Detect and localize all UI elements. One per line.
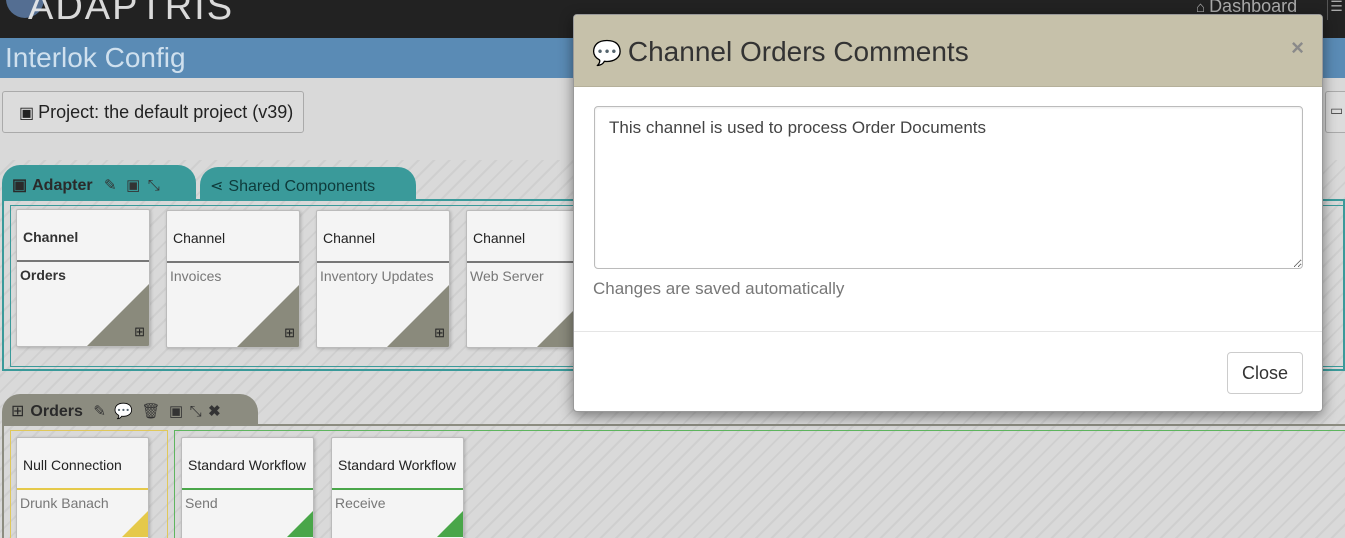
tab-adapter[interactable]: ▣ Adapter ✎ ▣ ⤡ (2, 165, 196, 199)
edit-icon[interactable]: ✎ (104, 177, 117, 194)
card-corner (122, 511, 148, 537)
close-icon[interactable]: ✖ (208, 403, 221, 420)
card-type: Null Connection (23, 457, 122, 473)
card-name: Orders (20, 267, 66, 283)
sitemap-icon[interactable]: ⊞ (284, 325, 295, 341)
card-type: Channel (473, 230, 526, 246)
card-corner (287, 511, 313, 537)
card-divider (182, 488, 313, 490)
sitemap-icon[interactable]: ⊞ (434, 325, 445, 341)
menu-toggle-icon[interactable]: ☰ (1327, 0, 1345, 20)
collapse-icon[interactable]: ⤡ (190, 403, 202, 420)
channel-card[interactable]: Channel Inventory Updates ⊞ (316, 210, 450, 348)
tab-shared-components[interactable]: ⋖ Shared Components (200, 167, 416, 199)
comment-icon[interactable]: 💬 (114, 403, 133, 420)
image-icon[interactable]: ▣ (126, 177, 140, 194)
project-button[interactable]: ▣ Project: the default project (v39) (2, 91, 304, 133)
comment-icon: 💬 (592, 40, 622, 67)
comments-modal: 💬 Channel Orders Comments × This channel … (573, 14, 1323, 412)
modal-title-text: Channel Orders Comments (627, 36, 969, 67)
tab-adapter-label: Adapter (32, 177, 93, 194)
card-type: Channel (323, 230, 376, 246)
card-type: Standard Workflow (338, 457, 457, 473)
card-name: Inventory Updates (320, 268, 434, 284)
connection-card[interactable]: Null Connection Drunk Banach (16, 437, 149, 538)
tab-orders-label: Orders (30, 403, 83, 420)
card-divider (317, 261, 449, 263)
archive-icon: ▣ (19, 105, 35, 122)
card-divider (167, 261, 299, 263)
folder-icon: ▭ (1330, 102, 1344, 118)
autosave-help-text: Changes are saved automatically (593, 279, 845, 298)
modal-header: 💬 Channel Orders Comments × (574, 15, 1322, 87)
card-name: Drunk Banach (20, 495, 109, 511)
open-folder-button[interactable]: ▭ (1325, 91, 1345, 133)
card-name: Invoices (170, 268, 222, 284)
card-type: Channel (173, 230, 226, 246)
card-divider (332, 488, 463, 490)
card-name: Receive (335, 495, 386, 511)
card-name: Web Server (470, 268, 544, 284)
card-divider (17, 260, 149, 262)
workflow-card[interactable]: Standard Workflow Send (181, 437, 314, 538)
modal-footer: Close (574, 331, 1322, 411)
collapse-icon[interactable]: ⤡ (148, 177, 160, 194)
share-icon: ⋖ (210, 178, 224, 195)
edit-icon[interactable]: ✎ (93, 403, 106, 420)
comment-textarea[interactable]: This channel is used to process Order Do… (594, 106, 1303, 269)
adapter-icon: ▣ (12, 177, 28, 194)
card-divider (17, 488, 148, 490)
card-type: Standard Workflow (188, 457, 307, 473)
tab-orders[interactable]: ⊞ Orders ✎ 💬 🗑 ▣ ⤡ ✖ (2, 394, 258, 424)
image-icon[interactable]: ▣ (169, 403, 183, 420)
sitemap-icon: ⊞ (11, 403, 25, 420)
channel-card[interactable]: Channel Orders ⊞ (16, 209, 150, 347)
card-corner (437, 511, 463, 537)
channel-card[interactable]: Channel Invoices ⊞ (166, 210, 300, 348)
tab-shared-label: Shared Components (228, 178, 376, 195)
close-button[interactable]: Close (1227, 352, 1303, 394)
sitemap-icon[interactable]: ⊞ (134, 324, 145, 340)
card-name: Send (185, 495, 218, 511)
page-title: Interlok Config (5, 42, 186, 73)
workflow-card[interactable]: Standard Workflow Receive (331, 437, 464, 538)
trash-icon[interactable]: 🗑 (142, 403, 161, 420)
modal-title: 💬 Channel Orders Comments (592, 36, 969, 68)
close-icon[interactable]: × (1291, 35, 1304, 61)
app-logo: ADAPTRIS (28, 0, 235, 28)
project-label: Project: the default project (v39) (38, 102, 294, 122)
card-type: Channel (23, 229, 79, 245)
